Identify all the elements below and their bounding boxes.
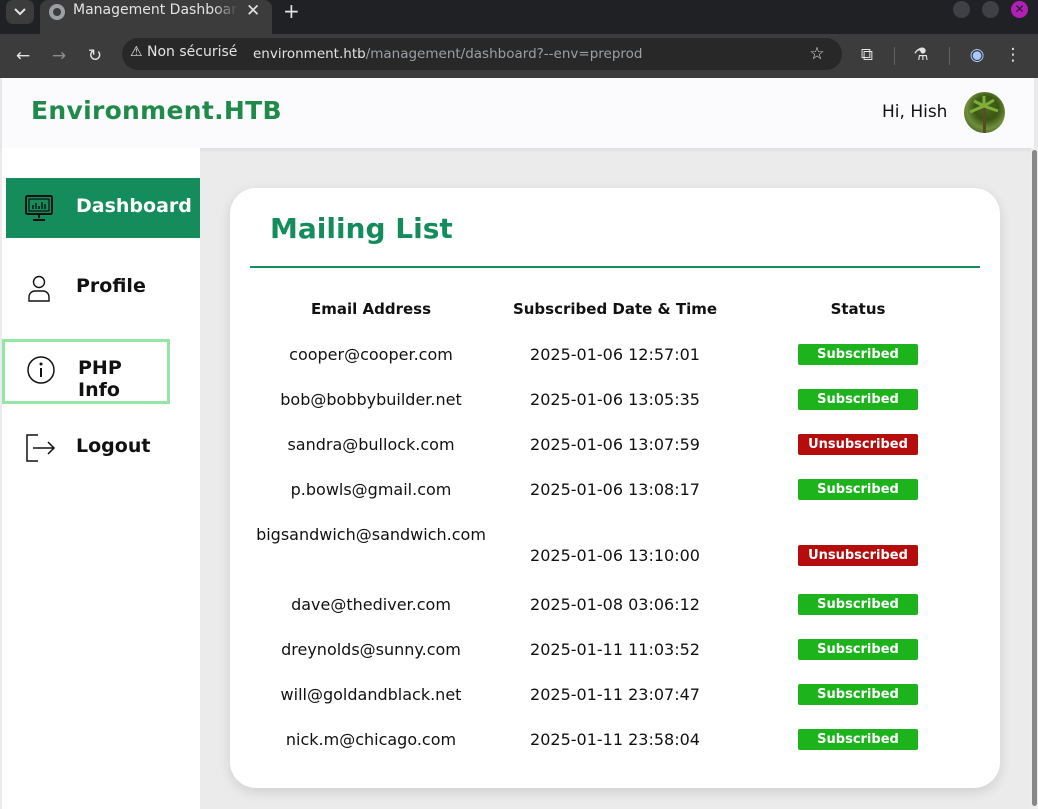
reload-icon[interactable]: ↻ [82,43,108,69]
toolbar-separator [894,47,895,65]
email-cell: nick.m@chicago.com [285,730,457,749]
chevron-down-icon [14,8,26,16]
date-cell: 2025-01-06 13:05:35 [530,390,700,409]
new-tab-button[interactable]: + [283,0,300,22]
status-badge: Subscribed [798,389,918,410]
email-cell: bigsandwich@sandwich.com [256,525,486,544]
url-host: environment.htb [253,46,366,62]
email-cell: dave@thediver.com [291,595,451,614]
security-chip[interactable]: ⚠ Non sécurisé [130,44,237,60]
date-cell: 2025-01-08 03:06:12 [530,595,700,614]
date-cell: 2025-01-06 13:08:17 [530,480,700,499]
email-cell: cooper@cooper.com [289,345,453,364]
browser-toolbar: ← → ↻ ⚠ Non sécurisé environment.htb/man… [0,34,1038,78]
title-divider [250,266,980,268]
status-badge: Unsubscribed [798,434,918,455]
sidebar-item-label: Logout [76,435,151,457]
email-cell: p.bowls@gmail.com [290,480,452,499]
sidebar-item-dashboard[interactable]: Dashboard [6,178,200,238]
close-tab-icon[interactable]: ✕ [246,0,260,22]
forward-arrow-icon[interactable]: → [46,43,72,69]
date-cell: 2025-01-06 13:07:59 [530,435,700,454]
tab-title: Management Dashboard [73,2,238,18]
profile-account-icon[interactable]: ◉ [965,43,989,67]
palm-tree-photo [969,96,999,133]
status-badge: Subscribed [798,344,918,365]
sidebar-item-label: Dashboard [76,195,192,217]
email-cell: bob@bobbybuilder.net [280,390,462,409]
status-badge: Subscribed [798,479,918,500]
browser-tab-bar: Management Dashboard ✕ + ✕ [0,0,1038,34]
user-icon [28,275,50,302]
browser-tab[interactable]: Management Dashboard ✕ [40,0,272,34]
site-header: Environment.HTB Hi, Hish [2,78,1034,148]
maximize-window-button[interactable] [982,1,999,18]
dashboard-monitor-icon [25,195,53,221]
sidebar-item-label: PHP Info [78,357,122,401]
date-cell: 2025-01-06 13:10:00 [530,546,700,565]
kebab-menu-icon[interactable]: ⋮ [1001,43,1025,67]
tab-search-button[interactable] [6,0,34,24]
close-window-button[interactable]: ✕ [1011,1,1028,18]
security-label: Non sécurisé [147,44,238,60]
sidebar-item-logout[interactable]: Logout [6,418,200,478]
info-icon [27,356,55,384]
sidebar-item-php-info[interactable]: PHP Info [2,339,170,404]
address-bar[interactable]: ⚠ Non sécurisé environment.htb/managemen… [122,38,842,70]
page-title: Mailing List [270,212,453,245]
column-header-status: Status [830,300,886,318]
date-cell: 2025-01-06 12:57:01 [530,345,700,364]
sidebar-item-label: Profile [76,275,146,297]
date-cell: 2025-01-11 23:07:47 [530,685,700,704]
back-arrow-icon[interactable]: ← [10,43,36,69]
email-cell: dreynolds@sunny.com [281,640,461,659]
email-cell: will@goldandblack.net [280,685,462,704]
page-scrollbar[interactable] [1031,148,1038,809]
column-header-email: Email Address [310,300,431,318]
url-path: /management/dashboard?--env=preprod [365,46,643,62]
url-text[interactable]: environment.htb/management/dashboard?--e… [253,46,642,62]
status-badge: Subscribed [798,594,918,615]
labs-flask-icon[interactable]: ⚗ [909,43,933,67]
toolbar-separator [949,47,950,65]
sidebar-item-profile[interactable]: Profile [6,258,200,318]
globe-icon [49,4,65,20]
email-cell: sandra@bullock.com [287,435,455,454]
bookmark-star-icon[interactable]: ☆ [805,42,829,66]
minimize-window-button[interactable] [953,1,970,18]
scrollbar-thumb[interactable] [1032,150,1037,806]
status-badge: Subscribed [798,684,918,705]
date-cell: 2025-01-11 11:03:52 [530,640,700,659]
logout-icon [26,434,56,462]
mailing-list-card: Mailing List Email Address Subscribed Da… [230,188,1000,788]
sidebar: Dashboard Profile PHP Info Logout [2,148,200,809]
column-header-date: Subscribed Date & Time [512,300,718,318]
date-cell: 2025-01-11 23:58:04 [530,730,700,749]
status-badge: Subscribed [798,729,918,750]
avatar[interactable] [964,92,1005,133]
warning-triangle-icon: ⚠ [130,44,143,60]
extensions-puzzle-icon[interactable]: ⧉ [855,43,879,67]
status-badge: Subscribed [798,639,918,660]
user-greeting: Hi, Hish [882,102,948,122]
brand-logo[interactable]: Environment.HTB [31,96,282,125]
status-badge: Unsubscribed [798,545,918,566]
